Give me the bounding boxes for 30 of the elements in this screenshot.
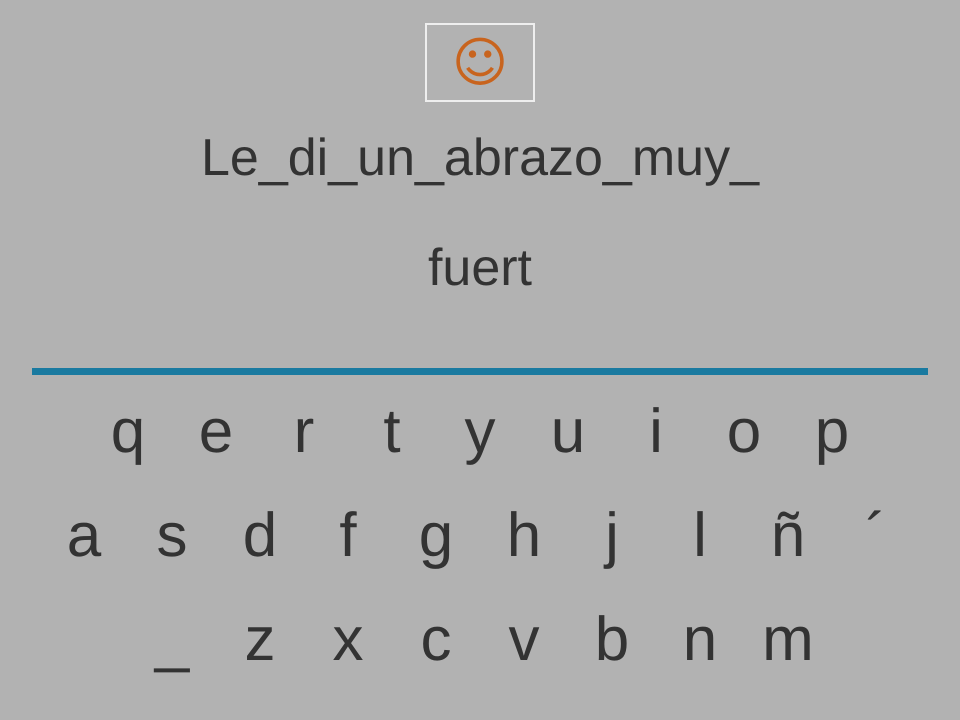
sentence-line: Le_di_un_abrazo_muy_ xyxy=(201,128,759,189)
letter-key[interactable]: _ xyxy=(128,595,216,685)
letter-key[interactable]: q xyxy=(84,387,172,477)
letter-key[interactable]: j xyxy=(568,491,656,581)
letter-key[interactable]: g xyxy=(392,491,480,581)
letter-key[interactable]: u xyxy=(524,387,612,477)
letter-key[interactable]: n xyxy=(656,595,744,685)
letter-key[interactable]: h xyxy=(480,491,568,581)
letter-key[interactable]: l xyxy=(656,491,744,581)
sentence-line: fuert xyxy=(428,238,532,299)
letter-key[interactable]: z xyxy=(216,595,304,685)
letter-key[interactable]: ñ xyxy=(744,491,832,581)
letter-key[interactable]: s xyxy=(128,491,216,581)
letter-key[interactable]: x xyxy=(304,595,392,685)
letter-key[interactable]: b xyxy=(568,595,656,685)
letter-key[interactable]: c xyxy=(392,595,480,685)
smiley-icon: ☺ xyxy=(452,36,508,90)
letter-key[interactable]: i xyxy=(612,387,700,477)
letter-key[interactable]: d xyxy=(216,491,304,581)
letter-key[interactable]: p xyxy=(788,387,876,477)
letter-key[interactable]: f xyxy=(304,491,392,581)
letter-key[interactable]: t xyxy=(348,387,436,477)
letter-key[interactable]: v xyxy=(480,595,568,685)
letter-key[interactable]: o xyxy=(700,387,788,477)
letter-key[interactable]: e xyxy=(172,387,260,477)
letter-key[interactable]: ´ xyxy=(832,491,920,581)
letter-key[interactable]: m xyxy=(744,595,832,685)
letter-key[interactable]: y xyxy=(436,387,524,477)
letter-key[interactable]: r xyxy=(260,387,348,477)
letter-key[interactable]: a xyxy=(40,491,128,581)
